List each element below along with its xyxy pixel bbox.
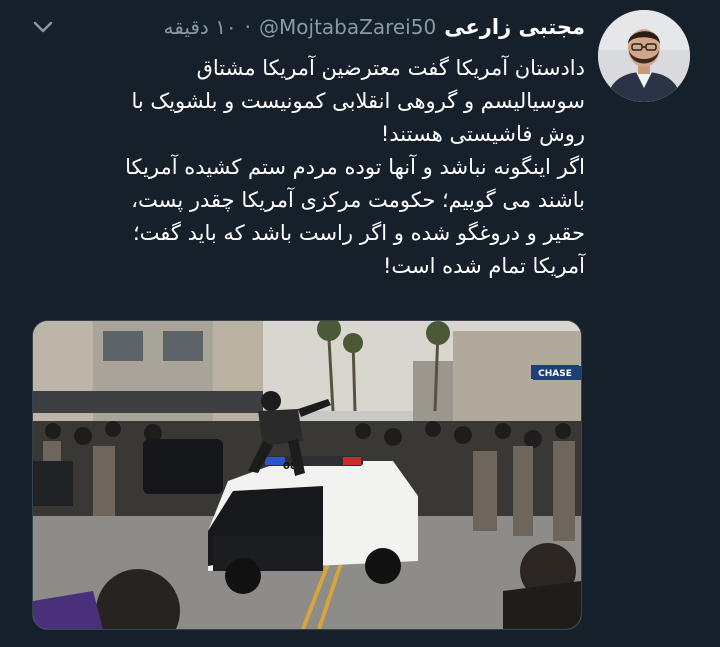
tweet-text-line: حقیر و دروغگو شده و اگر راست باشد که بای… (132, 221, 585, 245)
tweet-text-line: سوسیالیسم و گروهی انقلابی کمونیست و بلشو… (131, 89, 586, 113)
tweet-text-line: باشند می گوییم؛ حکومت مرکزی آمریکا چقدر … (131, 188, 585, 212)
display-name[interactable]: مجتبی زارعی (444, 15, 585, 39)
tweet[interactable]: مجتبی زارعی @MojtabaZarei50 · ۱۰ دقیقه د… (0, 0, 720, 647)
tweet-header: مجتبی زارعی @MojtabaZarei50 · ۱۰ دقیقه (20, 12, 585, 42)
tweet-menu-button[interactable] (28, 12, 58, 42)
tweet-timestamp[interactable]: ۱۰ دقیقه (163, 15, 236, 39)
user-handle[interactable]: @MojtabaZarei50 (259, 15, 436, 39)
tweet-text-line: اگر اینگونه نباشد و آنها توده مردم ستم ک… (125, 155, 585, 179)
tweet-text-line: آمریکا تمام شده است! (382, 254, 585, 278)
tweet-text-line: دادستان آمریکا گفت معترضین آمریکا مشتاق (196, 56, 585, 80)
user-avatar[interactable] (598, 10, 690, 102)
protest-photo-image: 08 CHASE (33, 321, 581, 629)
tweet-text: دادستان آمریکا گفت معترضین آمریکا مشتاق … (25, 52, 585, 283)
store-sign-text: CHASE (538, 369, 572, 379)
avatar-image (598, 10, 690, 102)
tweet-text-line: روش فاشیستی هستند! (380, 122, 585, 146)
tweet-photo[interactable]: 08 CHASE (32, 320, 582, 630)
chevron-down-icon (33, 21, 53, 33)
separator-dot: · (244, 15, 252, 39)
